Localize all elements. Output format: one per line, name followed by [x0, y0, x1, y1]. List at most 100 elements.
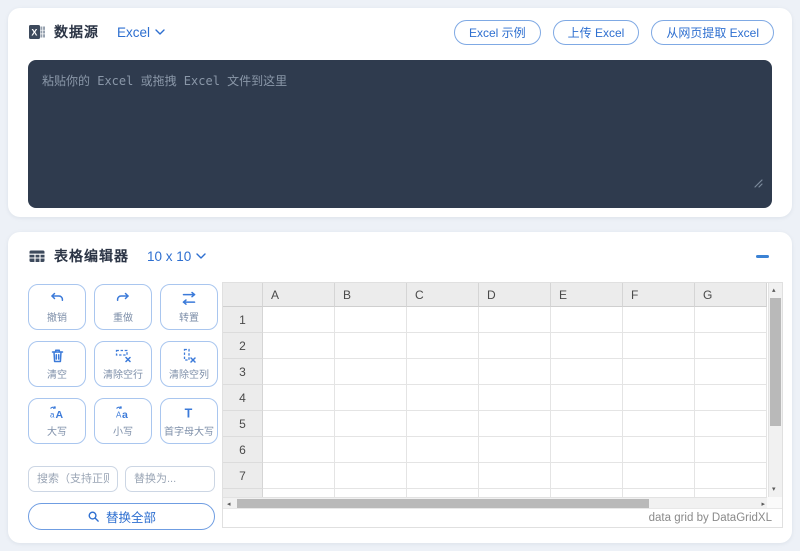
grid-cell-G6[interactable]	[695, 437, 767, 463]
grid-cell-F6[interactable]	[623, 437, 695, 463]
datasource-action-button-0[interactable]: Excel 示例	[454, 20, 541, 45]
replace-input[interactable]	[125, 466, 215, 492]
replace-all-button[interactable]: 替换全部	[28, 503, 215, 530]
search-input[interactable]	[28, 466, 118, 492]
grid-cell-G4[interactable]	[695, 385, 767, 411]
grid-cell-F4[interactable]	[623, 385, 695, 411]
grid-cell-C7[interactable]	[407, 463, 479, 489]
tool-capitalize-button[interactable]: T首字母大写	[160, 398, 218, 444]
grid-cell-D3[interactable]	[479, 359, 551, 385]
grid-cell-F3[interactable]	[623, 359, 695, 385]
column-header-A[interactable]: A	[263, 283, 335, 307]
row-header-1[interactable]: 1	[223, 307, 263, 333]
vertical-scroll-thumb[interactable]	[770, 298, 781, 426]
scroll-left-arrow[interactable]: ◂	[227, 501, 231, 508]
trash-icon	[50, 348, 65, 364]
tool-uppercase-button[interactable]: aA大写	[28, 398, 86, 444]
grid-cell-D7[interactable]	[479, 463, 551, 489]
grid-cell-A6[interactable]	[263, 437, 335, 463]
grid-cell-E8[interactable]	[551, 489, 623, 497]
grid-cell-A2[interactable]	[263, 333, 335, 359]
grid-cell-C4[interactable]	[407, 385, 479, 411]
tool-clear-button[interactable]: 清空	[28, 341, 86, 387]
grid-corner-cell[interactable]	[223, 283, 263, 307]
scroll-up-arrow[interactable]: ▴	[772, 287, 776, 294]
grid-size-select[interactable]: 10 x 10	[147, 249, 206, 264]
tool-transpose-button[interactable]: 转置	[160, 284, 218, 330]
grid-cell-G2[interactable]	[695, 333, 767, 359]
tool-redo-button[interactable]: 重做	[94, 284, 152, 330]
column-header-F[interactable]: F	[623, 283, 695, 307]
grid-cell-A4[interactable]	[263, 385, 335, 411]
grid-cell-B2[interactable]	[335, 333, 407, 359]
grid-vertical-scrollbar[interactable]: ▴ ▾	[768, 283, 782, 497]
tool-remove-empty-rows-button[interactable]: 清除空行	[94, 341, 152, 387]
grid-cell-A1[interactable]	[263, 307, 335, 333]
grid-cell-D5[interactable]	[479, 411, 551, 437]
datasource-action-button-2[interactable]: 从网页提取 Excel	[651, 20, 774, 45]
grid-cell-B3[interactable]	[335, 359, 407, 385]
column-header-C[interactable]: C	[407, 283, 479, 307]
grid-cell-A7[interactable]	[263, 463, 335, 489]
tool-undo-button[interactable]: 撤销	[28, 284, 86, 330]
grid-cell-B8[interactable]	[335, 489, 407, 497]
row-header-4[interactable]: 4	[223, 385, 263, 411]
source-type-select[interactable]: Excel	[117, 25, 165, 40]
grid-cell-F8[interactable]	[623, 489, 695, 497]
column-header-E[interactable]: E	[551, 283, 623, 307]
grid-cell-E6[interactable]	[551, 437, 623, 463]
grid-cell-C5[interactable]	[407, 411, 479, 437]
tool-remove-empty-cols-button[interactable]: 清除空列	[160, 341, 218, 387]
grid-cell-G1[interactable]	[695, 307, 767, 333]
row-header-7[interactable]: 7	[223, 463, 263, 489]
grid-cell-G8[interactable]	[695, 489, 767, 497]
grid-cell-E4[interactable]	[551, 385, 623, 411]
grid-cell-D6[interactable]	[479, 437, 551, 463]
grid-cell-F1[interactable]	[623, 307, 695, 333]
grid-cell-B1[interactable]	[335, 307, 407, 333]
grid-cell-G5[interactable]	[695, 411, 767, 437]
data-grid[interactable]: ABCDEFG 12345678 ▴ ▾ ◂ ▸ data grid by Da…	[222, 282, 783, 528]
excel-paste-textarea[interactable]	[28, 60, 772, 208]
tool-lowercase-button[interactable]: Aa小写	[94, 398, 152, 444]
grid-cell-G7[interactable]	[695, 463, 767, 489]
grid-cell-C8[interactable]	[407, 489, 479, 497]
grid-cell-B4[interactable]	[335, 385, 407, 411]
grid-cell-D4[interactable]	[479, 385, 551, 411]
row-header-6[interactable]: 6	[223, 437, 263, 463]
grid-cell-F5[interactable]	[623, 411, 695, 437]
datasource-action-button-1[interactable]: 上传 Excel	[553, 20, 640, 45]
grid-cell-A5[interactable]	[263, 411, 335, 437]
grid-cell-C2[interactable]	[407, 333, 479, 359]
collapse-editor-button[interactable]	[750, 244, 774, 268]
column-header-D[interactable]: D	[479, 283, 551, 307]
grid-cell-C1[interactable]	[407, 307, 479, 333]
grid-cell-D8[interactable]	[479, 489, 551, 497]
grid-cell-C3[interactable]	[407, 359, 479, 385]
row-header-2[interactable]: 2	[223, 333, 263, 359]
grid-cell-B5[interactable]	[335, 411, 407, 437]
grid-cell-E3[interactable]	[551, 359, 623, 385]
grid-cell-D1[interactable]	[479, 307, 551, 333]
row-header-3[interactable]: 3	[223, 359, 263, 385]
column-header-G[interactable]: G	[695, 283, 767, 307]
column-header-B[interactable]: B	[335, 283, 407, 307]
grid-cell-D2[interactable]	[479, 333, 551, 359]
grid-cell-F7[interactable]	[623, 463, 695, 489]
grid-cell-A8[interactable]	[263, 489, 335, 497]
scroll-right-arrow[interactable]: ▸	[761, 501, 765, 508]
grid-cell-A3[interactable]	[263, 359, 335, 385]
row-header-8[interactable]: 8	[223, 489, 263, 497]
grid-cell-G3[interactable]	[695, 359, 767, 385]
grid-cell-F2[interactable]	[623, 333, 695, 359]
scroll-down-arrow[interactable]: ▾	[772, 486, 776, 493]
grid-cell-E2[interactable]	[551, 333, 623, 359]
grid-cell-E5[interactable]	[551, 411, 623, 437]
row-header-5[interactable]: 5	[223, 411, 263, 437]
minus-icon	[756, 255, 769, 258]
grid-cell-B6[interactable]	[335, 437, 407, 463]
grid-cell-C6[interactable]	[407, 437, 479, 463]
grid-cell-E1[interactable]	[551, 307, 623, 333]
grid-cell-E7[interactable]	[551, 463, 623, 489]
grid-cell-B7[interactable]	[335, 463, 407, 489]
